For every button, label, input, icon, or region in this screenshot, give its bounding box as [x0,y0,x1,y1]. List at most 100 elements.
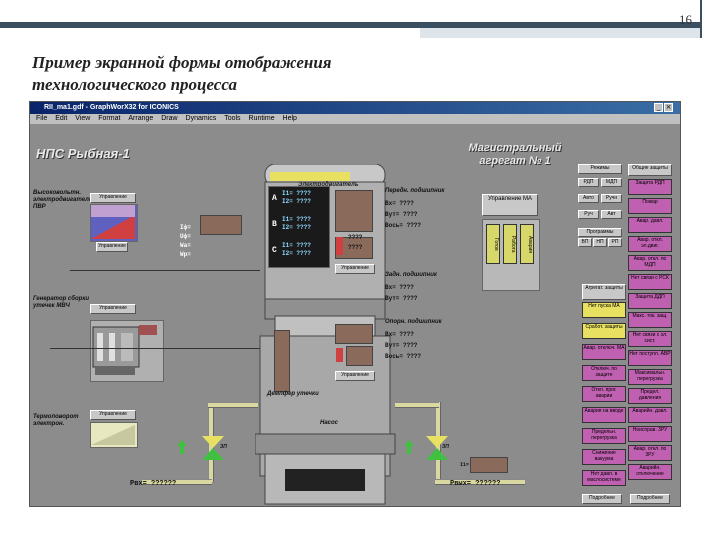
phase-c-v1: I1= ???? [282,242,311,249]
program-2[interactable]: РП [608,238,622,247]
electro-w: Wa= [180,242,191,249]
close-icon[interactable]: × [664,103,673,112]
bearing-opor-0: Вх= ???? [385,331,414,338]
regime-1[interactable]: МДП [601,178,622,187]
arrow-up-icon-left [177,440,187,454]
bearing-front-1: Вут= ???? [385,211,418,218]
program-0[interactable]: ВП [578,238,592,247]
menu-file[interactable]: File [36,115,47,122]
regime-2[interactable]: Авто [578,194,599,203]
alarm-indicator-2 [336,348,343,362]
protection-item-6[interactable]: Защита ДДП [628,293,672,309]
menu-view[interactable]: View [75,115,90,122]
bearing-opor-label: Опорн. подшипник [385,319,442,325]
control-button-1[interactable]: Управление [90,193,136,203]
inlet-pressure: Рвх= ?????? [130,480,177,488]
aggregate-state-0[interactable]: Нет пуска МА [582,302,626,318]
regime-3[interactable]: Ручн [601,194,622,203]
control-button-motor[interactable]: Управление [335,264,375,274]
outlet-pressure: Рвых= ?????? [450,480,501,488]
aggregate-state-1[interactable]: Сработ. защиты [582,323,626,339]
menu-arrange[interactable]: Arrange [128,115,153,122]
bearing-front-0: Вх= ???? [385,200,414,207]
protection-item-12[interactable]: Аварийн. давл. [628,407,672,423]
pump-label: Насос [320,420,339,426]
control-button-3[interactable]: Управление [90,410,136,420]
protection-item-5[interactable]: Нет связи с РСК [628,274,672,290]
bearing-rear-0: Вх= ???? [385,284,414,291]
control-ma-button[interactable]: Управление МА [482,194,538,216]
electromotor-temp-box [335,190,373,232]
menu-draw[interactable]: Draw [161,115,177,122]
pipe-label-left: ЗП [220,444,227,450]
pump-temp-box2 [346,346,373,366]
menu-dynamics[interactable]: Dynamics [186,115,217,122]
phase-b-v1: I1= ???? [282,216,311,223]
pipe-right-top [395,402,439,408]
app-window: RII_ma1.gdf - GraphWorX32 for ICONICS _ … [29,101,681,507]
protection-item-0[interactable]: Защита РДП [628,179,672,195]
left-label-3: Термоповорот электрон. [33,414,79,427]
program-1[interactable]: НП [593,238,607,247]
aggregate-state-2[interactable]: Авар. отключ. МА [582,344,626,360]
thermo-graphic [91,425,135,445]
pipe-label-right: ЗП [442,444,449,450]
menu-edit[interactable]: Edit [55,115,67,122]
control-button-2[interactable]: Управление [90,304,136,314]
phase-a-v2: I2= ???? [282,198,311,205]
aggregate-state-6[interactable]: Предельн. перегрузка [582,428,626,444]
aggregate-state-7[interactable]: Снижение вакуума [582,449,626,465]
bearing-front-label: Передн. подшипник [385,188,445,194]
protection-item-11[interactable]: Предел. давления [628,388,672,404]
electromotor-readout-box [200,215,242,235]
bearing-opor-1: Вут= ???? [385,342,418,349]
pump-side-box [274,330,290,392]
aggregate-state-5[interactable]: Авария на вводе [582,407,626,423]
regime-4[interactable]: Руч [578,210,599,219]
electro-i: Iф= [180,224,191,231]
bearing-opor-2: Вось= ???? [385,353,422,360]
regime-5[interactable]: Авт [601,210,622,219]
ma-status-work[interactable]: Работа [503,224,517,264]
generator-icon [92,325,157,375]
signal-line-1 [70,270,260,271]
slide-title: Пример экранной формы отображения технол… [32,52,332,96]
menu-bar: File Edit View Format Arrange Draw Dynam… [30,114,680,124]
protection-item-15[interactable]: Аварийн. отключение [628,464,672,480]
ma-status-alarm[interactable]: Авария [520,224,534,264]
menu-format[interactable]: Format [98,115,120,122]
aggregate-state-8[interactable]: Нет давл. в маслосистеме [582,470,626,486]
slide-number: 16 [679,12,692,27]
phase-b-v2: I2= ???? [282,224,311,231]
process-canvas: НПС Рыбная-1 Магистральный агрегат № 1 В… [30,124,680,506]
right-col-title: Общие защиты [628,164,672,176]
indicator-graphic [91,205,135,239]
protection-item-3[interactable]: Авар. откл. эл.двиг. [628,236,672,252]
protection-item-7[interactable]: Макс. ток. защ. [628,312,672,328]
regime-0[interactable]: РДП [578,178,599,187]
control-button-1b[interactable]: Управление [96,242,128,252]
protection-item-13[interactable]: Неисправ. 3РУ [628,426,672,442]
protection-item-1[interactable]: Пожар [628,198,672,214]
aggregate-state-4[interactable]: Откл. прог. аварии [582,386,626,402]
menu-runtime[interactable]: Runtime [249,115,275,122]
minimize-icon[interactable]: _ [654,103,663,112]
menu-tools[interactable]: Tools [224,115,240,122]
window-titlebar[interactable]: RII_ma1.gdf - GraphWorX32 for ICONICS [30,102,680,114]
unknown-val-2: ???? [348,244,363,251]
protection-item-9[interactable]: Нет поступл. АВР [628,350,672,366]
protection-item-2[interactable]: Авар. давл. [628,217,672,233]
details-button-1[interactable]: Подробнее [582,494,622,504]
phase-a-v1: I1= ???? [282,190,311,197]
protection-item-8[interactable]: Нет связи с эл. сист. [628,331,672,347]
protection-item-10[interactable]: Максимальн. перегрузка [628,369,672,385]
bearing-rear-label: Задн. подшипник [385,272,437,278]
menu-help[interactable]: Help [283,115,297,122]
protection-item-4[interactable]: Авар. откл. по МДП [628,255,672,271]
control-button-pump[interactable]: Управление [335,371,375,381]
aggregate-state-3[interactable]: Отключ. по защите [582,365,626,381]
details-button-2[interactable]: Подробнее [630,494,670,504]
outlet-pressure-box [470,457,508,473]
protection-item-14[interactable]: Авар. откл. по 3РУ [628,445,672,461]
ma-status-ready[interactable]: Готов [486,224,500,264]
